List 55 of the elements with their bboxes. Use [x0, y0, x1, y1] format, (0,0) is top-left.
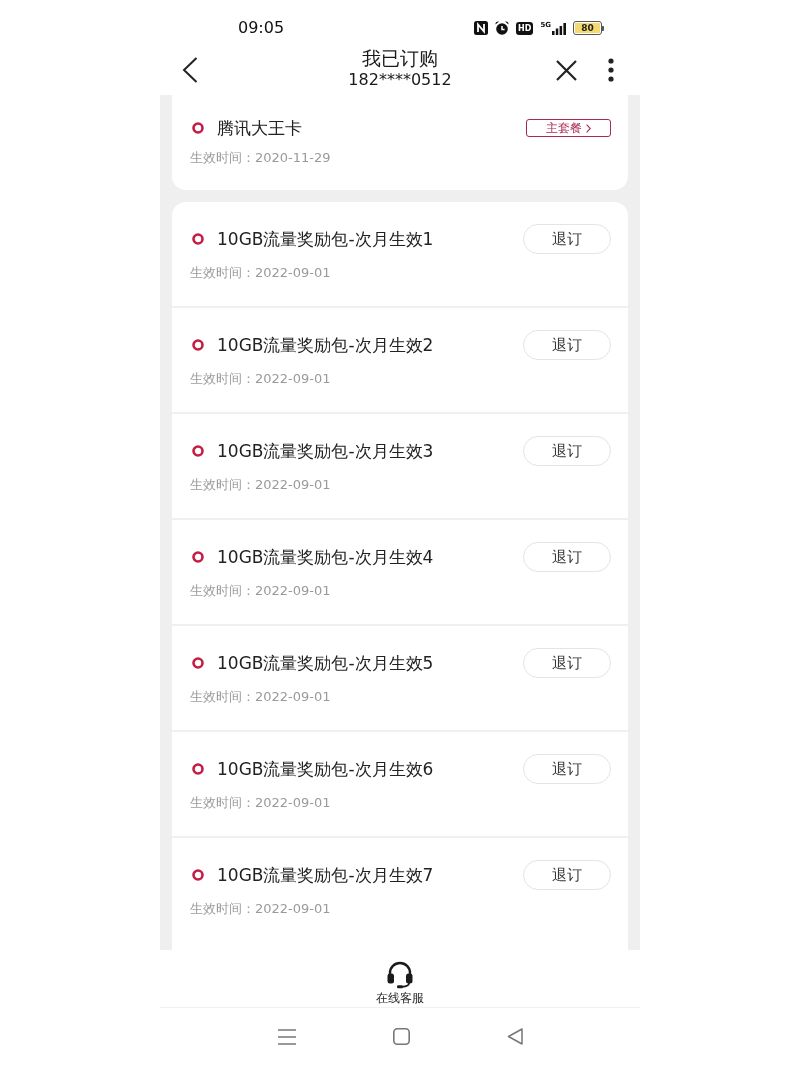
ring-icon	[192, 339, 204, 351]
signal-icon	[552, 23, 566, 35]
package-name: 10GB流量奖励包-次月生效5	[217, 652, 434, 674]
close-icon	[556, 59, 577, 81]
unsubscribe-button[interactable]: 退订	[523, 754, 611, 784]
effective-date: 生效时间：2022-09-01	[190, 370, 332, 388]
back-nav-button[interactable]	[506, 1028, 523, 1045]
unsubscribe-button[interactable]: 退订	[523, 436, 611, 466]
square-icon	[392, 1028, 410, 1045]
status-time: 09:05	[238, 18, 285, 38]
ring-icon	[192, 445, 204, 457]
package-name: 10GB流量奖励包-次月生效6	[217, 758, 434, 780]
close-button[interactable]	[556, 59, 577, 81]
ring-icon	[192, 233, 204, 245]
unsubscribe-button[interactable]: 退订	[523, 330, 611, 360]
back-icon	[182, 57, 198, 83]
unsubscribe-button[interactable]: 退订	[523, 224, 611, 254]
unsubscribe-button[interactable]: 退订	[523, 860, 611, 890]
alarm-clock-icon	[495, 21, 510, 35]
package-name: 10GB流量奖励包-次月生效3	[217, 440, 434, 462]
effective-date: 生效时间：2022-09-01	[190, 794, 332, 812]
ring-icon	[192, 763, 204, 775]
battery-indicator: 80	[573, 21, 604, 35]
effective-date: 生效时间：2022-09-01	[190, 264, 332, 282]
nfc-icon	[474, 21, 489, 35]
menu-button[interactable]	[277, 1028, 296, 1045]
package-name: 10GB流量奖励包-次月生效1	[217, 228, 434, 250]
main-plan-tag[interactable]: 主套餐	[526, 119, 611, 137]
menu-icon	[277, 1028, 296, 1045]
effective-date: 生效时间：2022-09-01	[190, 900, 332, 918]
effective-date: 生效时间：2022-09-01	[190, 582, 332, 600]
plan-name: 腾讯大王卡	[217, 117, 302, 139]
hd-indicator: HD	[516, 21, 534, 35]
more-button[interactable]	[608, 58, 614, 82]
effective-date: 生效时间：2020-11-29	[190, 149, 332, 167]
chevron-right-icon	[586, 123, 591, 133]
headset-icon	[385, 959, 415, 989]
online-service-button[interactable]: 在线客服	[376, 959, 424, 1005]
phone-number: 182****0512	[348, 70, 452, 90]
ring-icon	[192, 551, 204, 563]
unsubscribe-button[interactable]: 退订	[523, 648, 611, 678]
effective-date: 生效时间：2022-09-01	[190, 688, 332, 706]
ring-icon	[192, 869, 204, 881]
package-name: 10GB流量奖励包-次月生效7	[217, 864, 434, 886]
effective-date: 生效时间：2022-09-01	[190, 476, 332, 494]
page-title: 我已订购	[362, 47, 438, 70]
back-button[interactable]	[182, 57, 198, 83]
triangle-back-icon	[506, 1028, 523, 1045]
ring-icon	[192, 122, 204, 134]
unsubscribe-button[interactable]: 退订	[523, 542, 611, 572]
home-button[interactable]	[392, 1028, 410, 1045]
more-icon	[608, 58, 614, 82]
ring-icon	[192, 657, 204, 669]
package-name: 10GB流量奖励包-次月生效2	[217, 334, 434, 356]
package-name: 10GB流量奖励包-次月生效4	[217, 546, 434, 568]
